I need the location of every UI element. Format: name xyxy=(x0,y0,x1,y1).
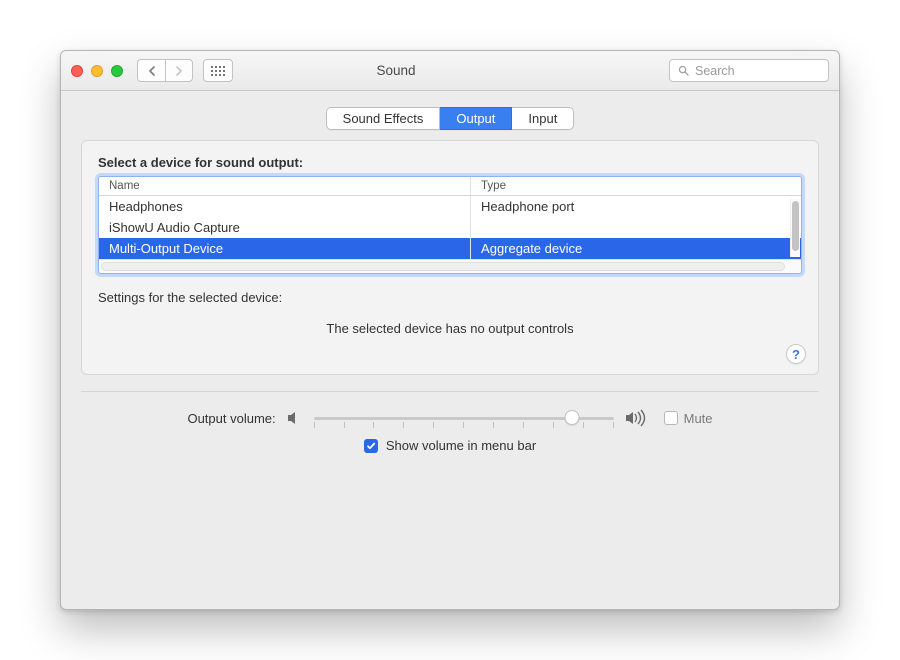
vertical-scrollbar[interactable] xyxy=(790,199,800,257)
window-title: Sound xyxy=(123,63,669,78)
no-output-controls-text: The selected device has no output contro… xyxy=(98,321,802,336)
device-type xyxy=(471,217,801,238)
output-panel: Select a device for sound output: Name T… xyxy=(81,140,819,375)
column-type-header[interactable]: Type xyxy=(471,177,801,195)
output-volume-row: Output volume: Mute xyxy=(81,408,819,428)
output-volume-slider[interactable] xyxy=(314,408,614,428)
sound-preferences-window: Sound Search Sound Effects Output Input … xyxy=(60,50,840,610)
device-name: Headphones xyxy=(99,196,471,217)
horizontal-scrollbar[interactable] xyxy=(99,259,801,273)
scrollbar-thumb[interactable] xyxy=(792,201,799,251)
check-icon xyxy=(366,441,376,451)
tab-bar: Sound Effects Output Input xyxy=(81,107,819,130)
show-volume-checkbox[interactable] xyxy=(364,439,378,453)
tab-input[interactable]: Input xyxy=(512,107,574,130)
minimize-button[interactable] xyxy=(91,65,103,77)
close-button[interactable] xyxy=(71,65,83,77)
settings-for-device-label: Settings for the selected device: xyxy=(98,290,802,305)
search-placeholder: Search xyxy=(695,64,735,78)
tab-sound-effects[interactable]: Sound Effects xyxy=(326,107,441,130)
device-select-label: Select a device for sound output: xyxy=(98,155,802,170)
window-controls xyxy=(71,65,123,77)
table-body: Headphones Headphone port iShowU Audio C… xyxy=(99,196,801,259)
titlebar: Sound Search xyxy=(61,51,839,91)
output-volume-label: Output volume: xyxy=(187,411,275,426)
tab-output[interactable]: Output xyxy=(440,107,512,130)
divider xyxy=(81,391,819,392)
search-field[interactable]: Search xyxy=(669,59,829,82)
table-header: Name Type xyxy=(99,177,801,196)
device-type: Headphone port xyxy=(471,196,801,217)
help-button[interactable]: ? xyxy=(786,344,806,364)
search-icon xyxy=(678,65,689,76)
device-name: Multi-Output Device xyxy=(99,238,471,259)
show-volume-menubar-row: Show volume in menu bar xyxy=(81,438,819,453)
slider-thumb[interactable] xyxy=(564,410,579,425)
show-volume-label: Show volume in menu bar xyxy=(386,438,536,453)
speaker-loud-icon xyxy=(624,409,648,427)
mute-checkbox[interactable] xyxy=(664,411,678,425)
device-type: Aggregate device xyxy=(471,238,801,259)
table-row[interactable]: Headphones Headphone port xyxy=(99,196,801,217)
device-table: Name Type Headphones Headphone port iSho… xyxy=(98,176,802,274)
table-row[interactable]: Multi-Output Device Aggregate device xyxy=(99,238,801,259)
speaker-mute-icon xyxy=(286,410,304,426)
window-body: Sound Effects Output Input Select a devi… xyxy=(61,91,839,609)
question-icon: ? xyxy=(792,347,800,362)
segmented-control: Sound Effects Output Input xyxy=(326,107,575,130)
zoom-button[interactable] xyxy=(111,65,123,77)
mute-checkbox-group: Mute xyxy=(664,411,713,426)
device-name: iShowU Audio Capture xyxy=(99,217,471,238)
scrollbar-thumb[interactable] xyxy=(101,262,785,271)
mute-label: Mute xyxy=(684,411,713,426)
column-name-header[interactable]: Name xyxy=(99,177,471,195)
table-row[interactable]: iShowU Audio Capture xyxy=(99,217,801,238)
